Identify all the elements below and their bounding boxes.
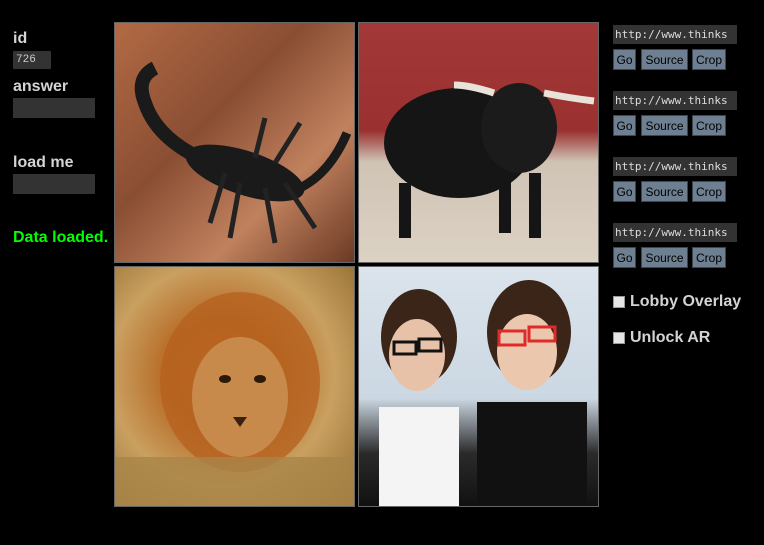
source-button[interactable]: Source [641, 247, 688, 268]
url-input[interactable]: http://www.thinks [613, 223, 737, 242]
source-button[interactable]: Source [641, 49, 688, 70]
crop-button[interactable]: Crop [692, 181, 726, 202]
unlock-ar-checkbox[interactable] [613, 332, 625, 344]
scorpion-image[interactable] [114, 22, 355, 263]
go-button[interactable]: Go [613, 115, 636, 136]
bull-image[interactable] [358, 22, 599, 263]
url-input[interactable]: http://www.thinks [613, 25, 737, 44]
url-input[interactable]: http://www.thinks [613, 157, 737, 176]
lobby-overlay-label: Lobby Overlay [630, 293, 742, 310]
crop-button[interactable]: Crop [692, 247, 726, 268]
source-button[interactable]: Source [641, 181, 688, 202]
answer-label: answer [13, 78, 69, 95]
lion-image[interactable] [114, 266, 355, 507]
id-field[interactable]: 726 [13, 51, 51, 69]
lobby-overlay-checkbox[interactable] [613, 296, 625, 308]
go-button[interactable]: Go [613, 247, 636, 268]
load-me-label: load me [13, 154, 74, 171]
id-label: id [13, 30, 28, 47]
crop-button[interactable]: Crop [692, 115, 726, 136]
load-me-field[interactable] [13, 174, 95, 194]
go-button[interactable]: Go [613, 49, 636, 70]
go-button[interactable]: Go [613, 181, 636, 202]
status-text: Data loaded. [13, 229, 109, 246]
image-grid [114, 22, 601, 509]
crop-button[interactable]: Crop [692, 49, 726, 70]
two-women-glasses-image[interactable] [358, 266, 599, 507]
source-button[interactable]: Source [641, 115, 688, 136]
answer-field[interactable] [13, 98, 95, 118]
unlock-ar-label: Unlock AR [630, 329, 711, 346]
url-input[interactable]: http://www.thinks [613, 91, 737, 110]
